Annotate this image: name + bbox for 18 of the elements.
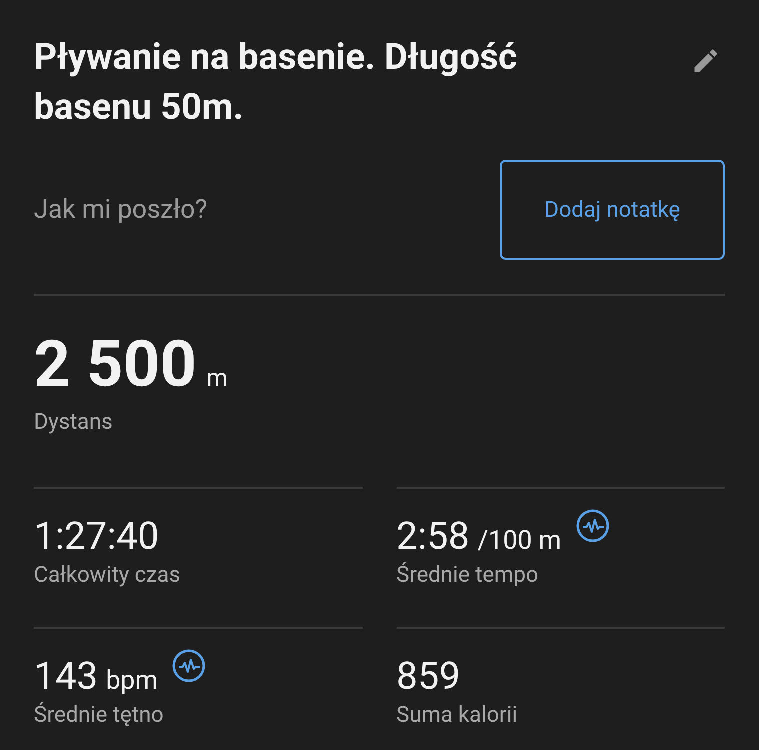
stat-value: 143 [34, 655, 98, 699]
feeling-prompt: Jak mi poszło? [34, 195, 208, 225]
stat-value: 859 [396, 655, 461, 699]
activity-title: Pływanie na basenie. Długość basenu 50m. [34, 35, 518, 130]
chart-icon[interactable] [576, 509, 610, 543]
stat-unit: /100 m [478, 525, 562, 558]
distance-value: 2 500 [34, 327, 197, 402]
distance-unit: m [206, 364, 228, 392]
chart-icon[interactable] [172, 649, 206, 683]
stat-value: 1:27:40 [34, 515, 160, 559]
stat-label: Średnie tempo [396, 563, 540, 588]
stat-label: Średnie tętno [34, 703, 165, 728]
stat-label: Suma kalorii [396, 703, 519, 728]
add-note-button[interactable]: Dodaj notatkę [500, 160, 725, 260]
distance-label: Dystans [34, 410, 113, 435]
stat-unit: bpm [106, 665, 158, 698]
stat-label: Całkowity czas [34, 563, 182, 588]
stat-value: 2:58 [396, 515, 470, 559]
